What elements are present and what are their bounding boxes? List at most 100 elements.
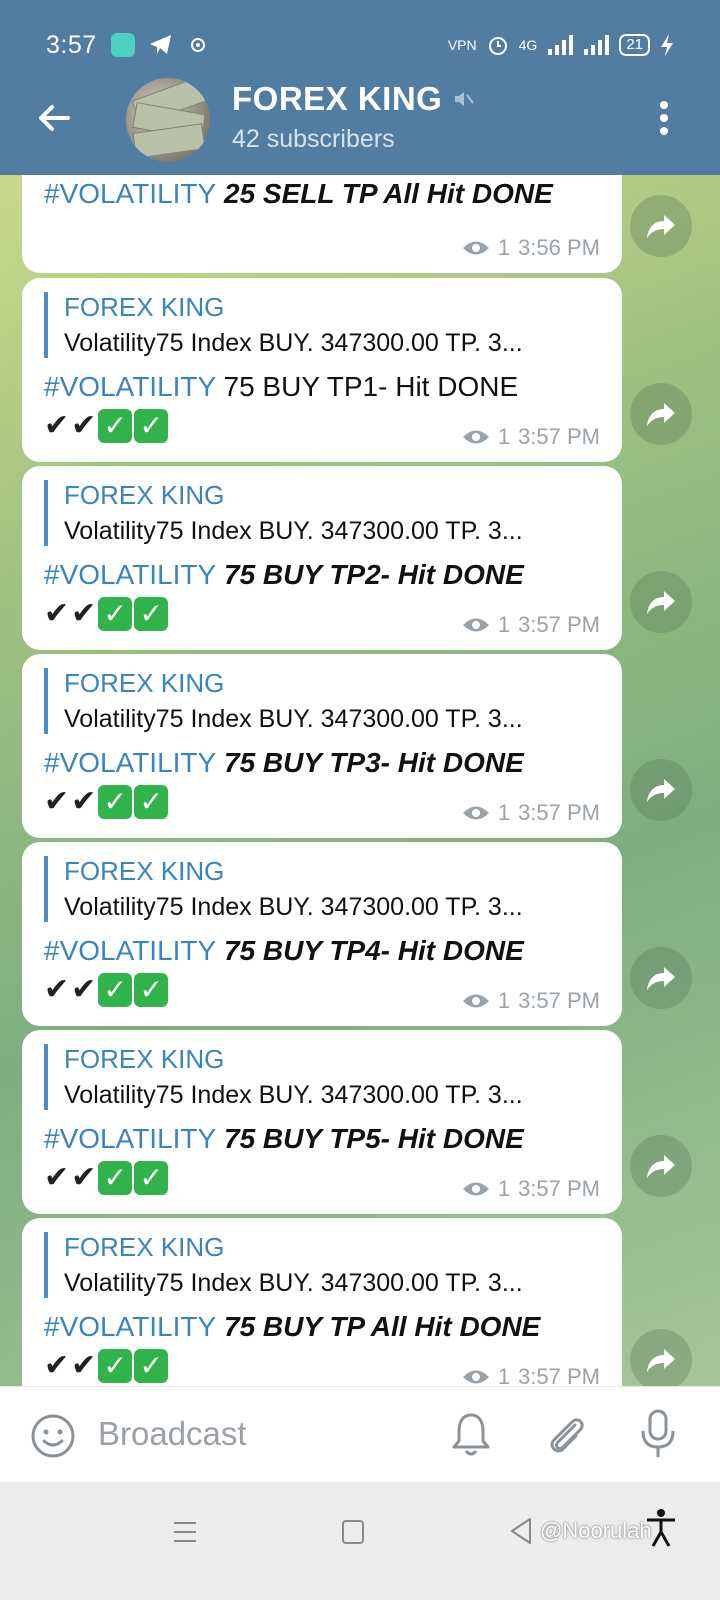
check-emojis: ✔ ✔ ✓ ✓ — [44, 1160, 169, 1195]
hashtag[interactable]: #VOLATILITY — [44, 178, 216, 209]
settings-gear-icon — [187, 34, 209, 56]
share-icon — [647, 215, 675, 238]
share-button[interactable] — [630, 195, 692, 257]
hashtag[interactable]: #VOLATILITY — [44, 747, 216, 778]
vpn-icon: VPN — [447, 37, 477, 53]
reply-quote[interactable]: FOREX KING Volatility75 Index BUY. 34730… — [44, 292, 600, 358]
hashtag[interactable]: #VOLATILITY — [44, 935, 216, 966]
channel-avatar[interactable] — [126, 78, 210, 162]
battery-indicator: 21 — [619, 34, 650, 56]
message-meta: 1 3:57 PM — [462, 424, 600, 450]
hashtag[interactable]: #VOLATILITY — [44, 1123, 216, 1154]
check-emojis: ✔ ✔ ✓ ✓ — [44, 784, 169, 819]
check-emojis: ✔ ✔ ✓ ✓ — [44, 972, 169, 1007]
channel-title[interactable]: FOREX KING — [232, 80, 476, 118]
quote-author: FOREX KING — [64, 1044, 225, 1074]
message-bubble[interactable]: FOREX KING Volatility75 Index BUY. 34730… — [22, 278, 622, 462]
share-button[interactable] — [630, 1135, 692, 1197]
accessibility-icon[interactable] — [645, 1508, 677, 1548]
reply-quote[interactable]: FOREX KING Volatility75 Index BUY. 34730… — [44, 668, 600, 734]
signal-icon — [548, 35, 574, 55]
alarm-icon — [488, 37, 507, 55]
message-bubble[interactable]: FOREX KING Volatility75 Index BUY. 34730… — [22, 1030, 622, 1214]
share-icon — [647, 403, 675, 426]
share-icon — [647, 591, 675, 614]
broadcast-input[interactable]: Broadcast — [98, 1415, 247, 1453]
app-notification-icon — [110, 33, 135, 57]
message-bubble[interactable]: FOREX KING Volatility75 Index BUY. 34730… — [22, 842, 622, 1026]
message-text: #VOLATILITY 75 BUY TP2- Hit DONE — [44, 559, 524, 590]
share-button[interactable] — [630, 383, 692, 445]
share-button[interactable] — [630, 947, 692, 1009]
view-count: 1 — [497, 424, 511, 449]
reply-quote[interactable]: FOREX KING Volatility75 Index BUY. 34730… — [44, 1232, 600, 1298]
hashtag[interactable]: #VOLATILITY — [44, 559, 216, 590]
message-time: 3:56 PM — [518, 235, 600, 260]
message-time: 3:57 PM — [518, 1176, 600, 1201]
share-button[interactable] — [630, 759, 692, 821]
quote-author: FOREX KING — [64, 668, 225, 698]
status-time: 3:57 — [46, 30, 97, 59]
status-right: VPN 4G 21 — [448, 34, 674, 56]
view-count: 1 — [497, 612, 511, 637]
emoji-icon[interactable] — [30, 1413, 76, 1459]
view-count: 1 — [497, 988, 511, 1013]
recent-apps-icon[interactable] — [172, 1520, 198, 1544]
quote-author: FOREX KING — [64, 1232, 225, 1262]
hashtag[interactable]: #VOLATILITY — [44, 1311, 216, 1342]
home-button[interactable] — [342, 1520, 364, 1544]
eye-icon — [462, 994, 489, 1008]
message-bubble[interactable]: FOREX KING Volatility75 Index BUY. 34730… — [22, 466, 622, 650]
telegram-icon — [149, 34, 173, 56]
message-time: 3:57 PM — [518, 424, 600, 449]
more-vert-icon[interactable] — [658, 100, 670, 136]
charging-icon — [661, 34, 673, 56]
view-count: 1 — [497, 1176, 511, 1201]
quote-text: Volatility75 Index BUY. 347300.00 TP. 3.… — [64, 1081, 523, 1109]
share-icon — [647, 1349, 675, 1372]
share-icon — [647, 967, 675, 990]
check-emojis: ✔ ✔ ✓ ✓ — [44, 1348, 169, 1383]
message-meta: 1 3:57 PM — [462, 1176, 600, 1202]
quote-text: Volatility75 Index BUY. 347300.00 TP. 3.… — [64, 1269, 523, 1297]
quote-text: Volatility75 Index BUY. 347300.00 TP. 3.… — [64, 329, 523, 357]
mute-icon — [455, 92, 475, 106]
message-bubble[interactable]: FOREX KING Volatility75 Index BUY. 34730… — [22, 654, 622, 838]
message-time: 3:57 PM — [518, 612, 600, 637]
reply-quote[interactable]: FOREX KING Volatility75 Index BUY. 34730… — [44, 480, 600, 546]
top-bar: 3:57 VPN 4G 21 FOREX KING 42 subscribers — [0, 0, 720, 175]
reply-quote[interactable]: FOREX KING Volatility75 Index BUY. 34730… — [44, 1044, 600, 1110]
nav-back-icon[interactable] — [508, 1516, 534, 1546]
reply-quote[interactable]: FOREX KING Volatility75 Index BUY. 34730… — [44, 856, 600, 922]
message-bubble[interactable]: #VOLATILITY 25 SELL TP All Hit DONE 1 3:… — [22, 175, 622, 273]
input-bar: Broadcast — [0, 1386, 720, 1482]
check-emojis: ✔ ✔ ✓ ✓ — [44, 408, 169, 443]
watermark: @Noorulah — [540, 1518, 652, 1543]
share-button[interactable] — [630, 1329, 692, 1391]
chat-area[interactable]: #VOLATILITY 25 SELL TP All Hit DONE 1 3:… — [0, 175, 720, 1415]
status-bar: 3:57 VPN 4G 21 — [46, 28, 674, 62]
channel-name: FOREX KING — [232, 80, 443, 117]
eye-icon — [462, 1370, 489, 1384]
subscriber-count: 42 subscribers — [232, 125, 395, 153]
system-nav-bar: @Noorulah — [0, 1482, 720, 1600]
quote-text: Volatility75 Index BUY. 347300.00 TP. 3.… — [64, 893, 523, 921]
eye-icon — [462, 806, 489, 820]
eye-icon — [462, 618, 489, 632]
message-text: #VOLATILITY 75 BUY TP5- Hit DONE — [44, 1123, 524, 1154]
attach-icon[interactable] — [545, 1411, 587, 1457]
mic-icon[interactable] — [640, 1409, 676, 1459]
eye-icon — [462, 430, 489, 444]
check-emojis: ✔ ✔ ✓ ✓ — [44, 596, 169, 631]
back-arrow-icon[interactable] — [34, 98, 74, 138]
message-bubble[interactable]: FOREX KING Volatility75 Index BUY. 34730… — [22, 1218, 622, 1402]
message-time: 3:57 PM — [518, 988, 600, 1013]
share-icon — [647, 1155, 675, 1178]
view-count: 1 — [497, 235, 511, 260]
hashtag[interactable]: #VOLATILITY — [44, 371, 216, 402]
network-label: 4G — [518, 37, 538, 53]
bell-icon[interactable] — [450, 1411, 492, 1457]
share-button[interactable] — [630, 571, 692, 633]
eye-icon — [462, 1182, 489, 1196]
quote-author: FOREX KING — [64, 292, 225, 322]
